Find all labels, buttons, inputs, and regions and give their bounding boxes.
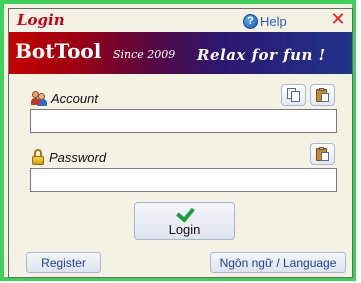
paste-icon (315, 87, 330, 103)
brand-banner: BotTool Since 2009 Relax for fun ! (9, 32, 352, 74)
paste-password-button[interactable] (310, 143, 335, 165)
checkmark-icon (176, 206, 194, 220)
banner-app-name: BotTool (15, 39, 102, 63)
copy-icon (286, 87, 301, 103)
users-icon (31, 90, 47, 106)
login-window: Login ? Help ✕ BotTool Since 2009 Relax … (0, 0, 356, 281)
help-button[interactable]: ? Help (243, 12, 287, 30)
account-label-group: Account (31, 89, 98, 107)
window-title: Login (17, 11, 65, 29)
help-label: Help (260, 13, 287, 29)
paste-icon (315, 146, 330, 162)
password-label-group: Password (31, 148, 106, 166)
account-input[interactable] (30, 109, 337, 133)
password-label: Password (49, 149, 107, 165)
title-bar[interactable]: Login ? Help ✕ (9, 9, 352, 32)
lock-icon (31, 149, 45, 165)
close-icon[interactable]: ✕ (329, 11, 347, 29)
login-label: Login (168, 221, 201, 237)
language-label: Ngôn ngữ / Language (219, 255, 337, 270)
login-button[interactable]: Login (134, 202, 235, 240)
banner-since: Since 2009 (113, 48, 176, 61)
login-dialog: Login ? Help ✕ BotTool Since 2009 Relax … (8, 8, 353, 278)
help-icon: ? (243, 13, 258, 29)
paste-account-button[interactable] (310, 84, 335, 106)
account-label: Account (51, 90, 98, 106)
register-label: Register (41, 255, 86, 270)
password-input[interactable] (30, 168, 337, 192)
register-button[interactable]: Register (26, 252, 101, 273)
copy-account-button[interactable] (281, 84, 306, 106)
language-button[interactable]: Ngôn ngữ / Language (210, 252, 346, 273)
banner-slogan: Relax for fun ! (197, 46, 326, 64)
